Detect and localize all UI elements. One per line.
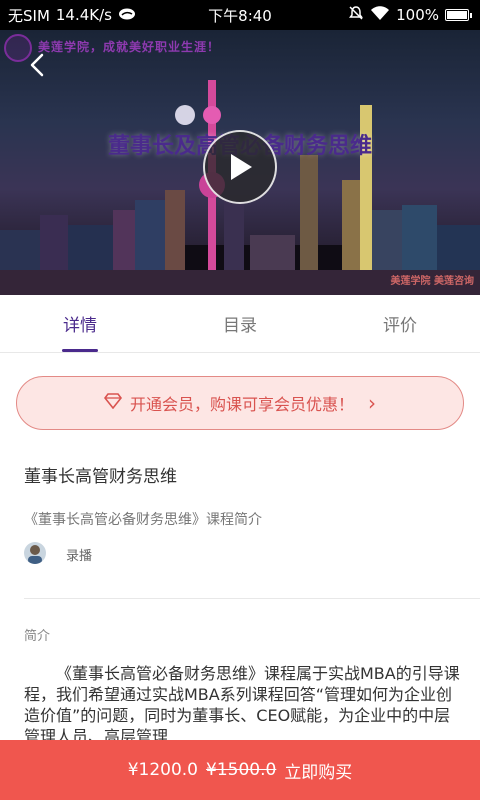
detail-tabs: 详情 目录 评价 [0, 295, 480, 353]
original-price: ¥1500.0 [206, 760, 277, 780]
brand-slogan: 美莲学院，成就美好职业生涯！ [38, 40, 221, 54]
diamond-icon [103, 393, 122, 413]
cloud-icon [118, 6, 136, 24]
vip-text: 开通会员，购课可享会员优惠！ [129, 395, 354, 414]
intro-text: 《董事长高管必备财务思维》课程属于实战MBA的引导课程，我们希望通过实战MBA系… [24, 664, 460, 746]
course-video-banner[interactable]: 美莲学院，成就美好职业生涯！ 董事长及高管必备财务思维 美莲学院 美莲咨询 [0, 30, 480, 295]
battery-icon [445, 9, 472, 21]
current-price: ¥1200.0 [127, 760, 198, 780]
tab-catalog[interactable]: 目录 [160, 295, 320, 352]
vip-membership-button[interactable]: 开通会员，购课可享会员优惠！ › [16, 376, 464, 430]
intro-heading: 简介 [24, 629, 51, 644]
banner-watermark: 美莲学院 美莲咨询 [390, 276, 474, 287]
divider [24, 598, 480, 599]
course-title: 董事长高管财务思维 [24, 467, 177, 487]
battery-percent: 100% [396, 6, 439, 24]
record-type-label: 录播 [66, 549, 93, 564]
back-icon[interactable] [26, 52, 52, 78]
tab-details[interactable]: 详情 [0, 295, 160, 352]
tab-reviews[interactable]: 评价 [320, 295, 480, 352]
network-speed: 14.4K/s [55, 6, 112, 24]
buy-now-label: 立即购买 [284, 762, 353, 783]
mute-icon [348, 5, 364, 25]
avatar [24, 542, 46, 564]
wifi-icon [370, 5, 390, 25]
chevron-right-icon: › [368, 391, 376, 415]
carrier-label: 无SIM [8, 6, 50, 25]
course-subtitle: 《董事长高管必备财务思维》课程简介 [24, 512, 262, 528]
buy-now-button[interactable]: ¥1200.0 ¥1500.0 立即购买 [0, 740, 480, 800]
play-icon[interactable] [203, 130, 277, 204]
status-bar: 无SIM 14.4K/s 下午8:40 100% [0, 0, 480, 30]
